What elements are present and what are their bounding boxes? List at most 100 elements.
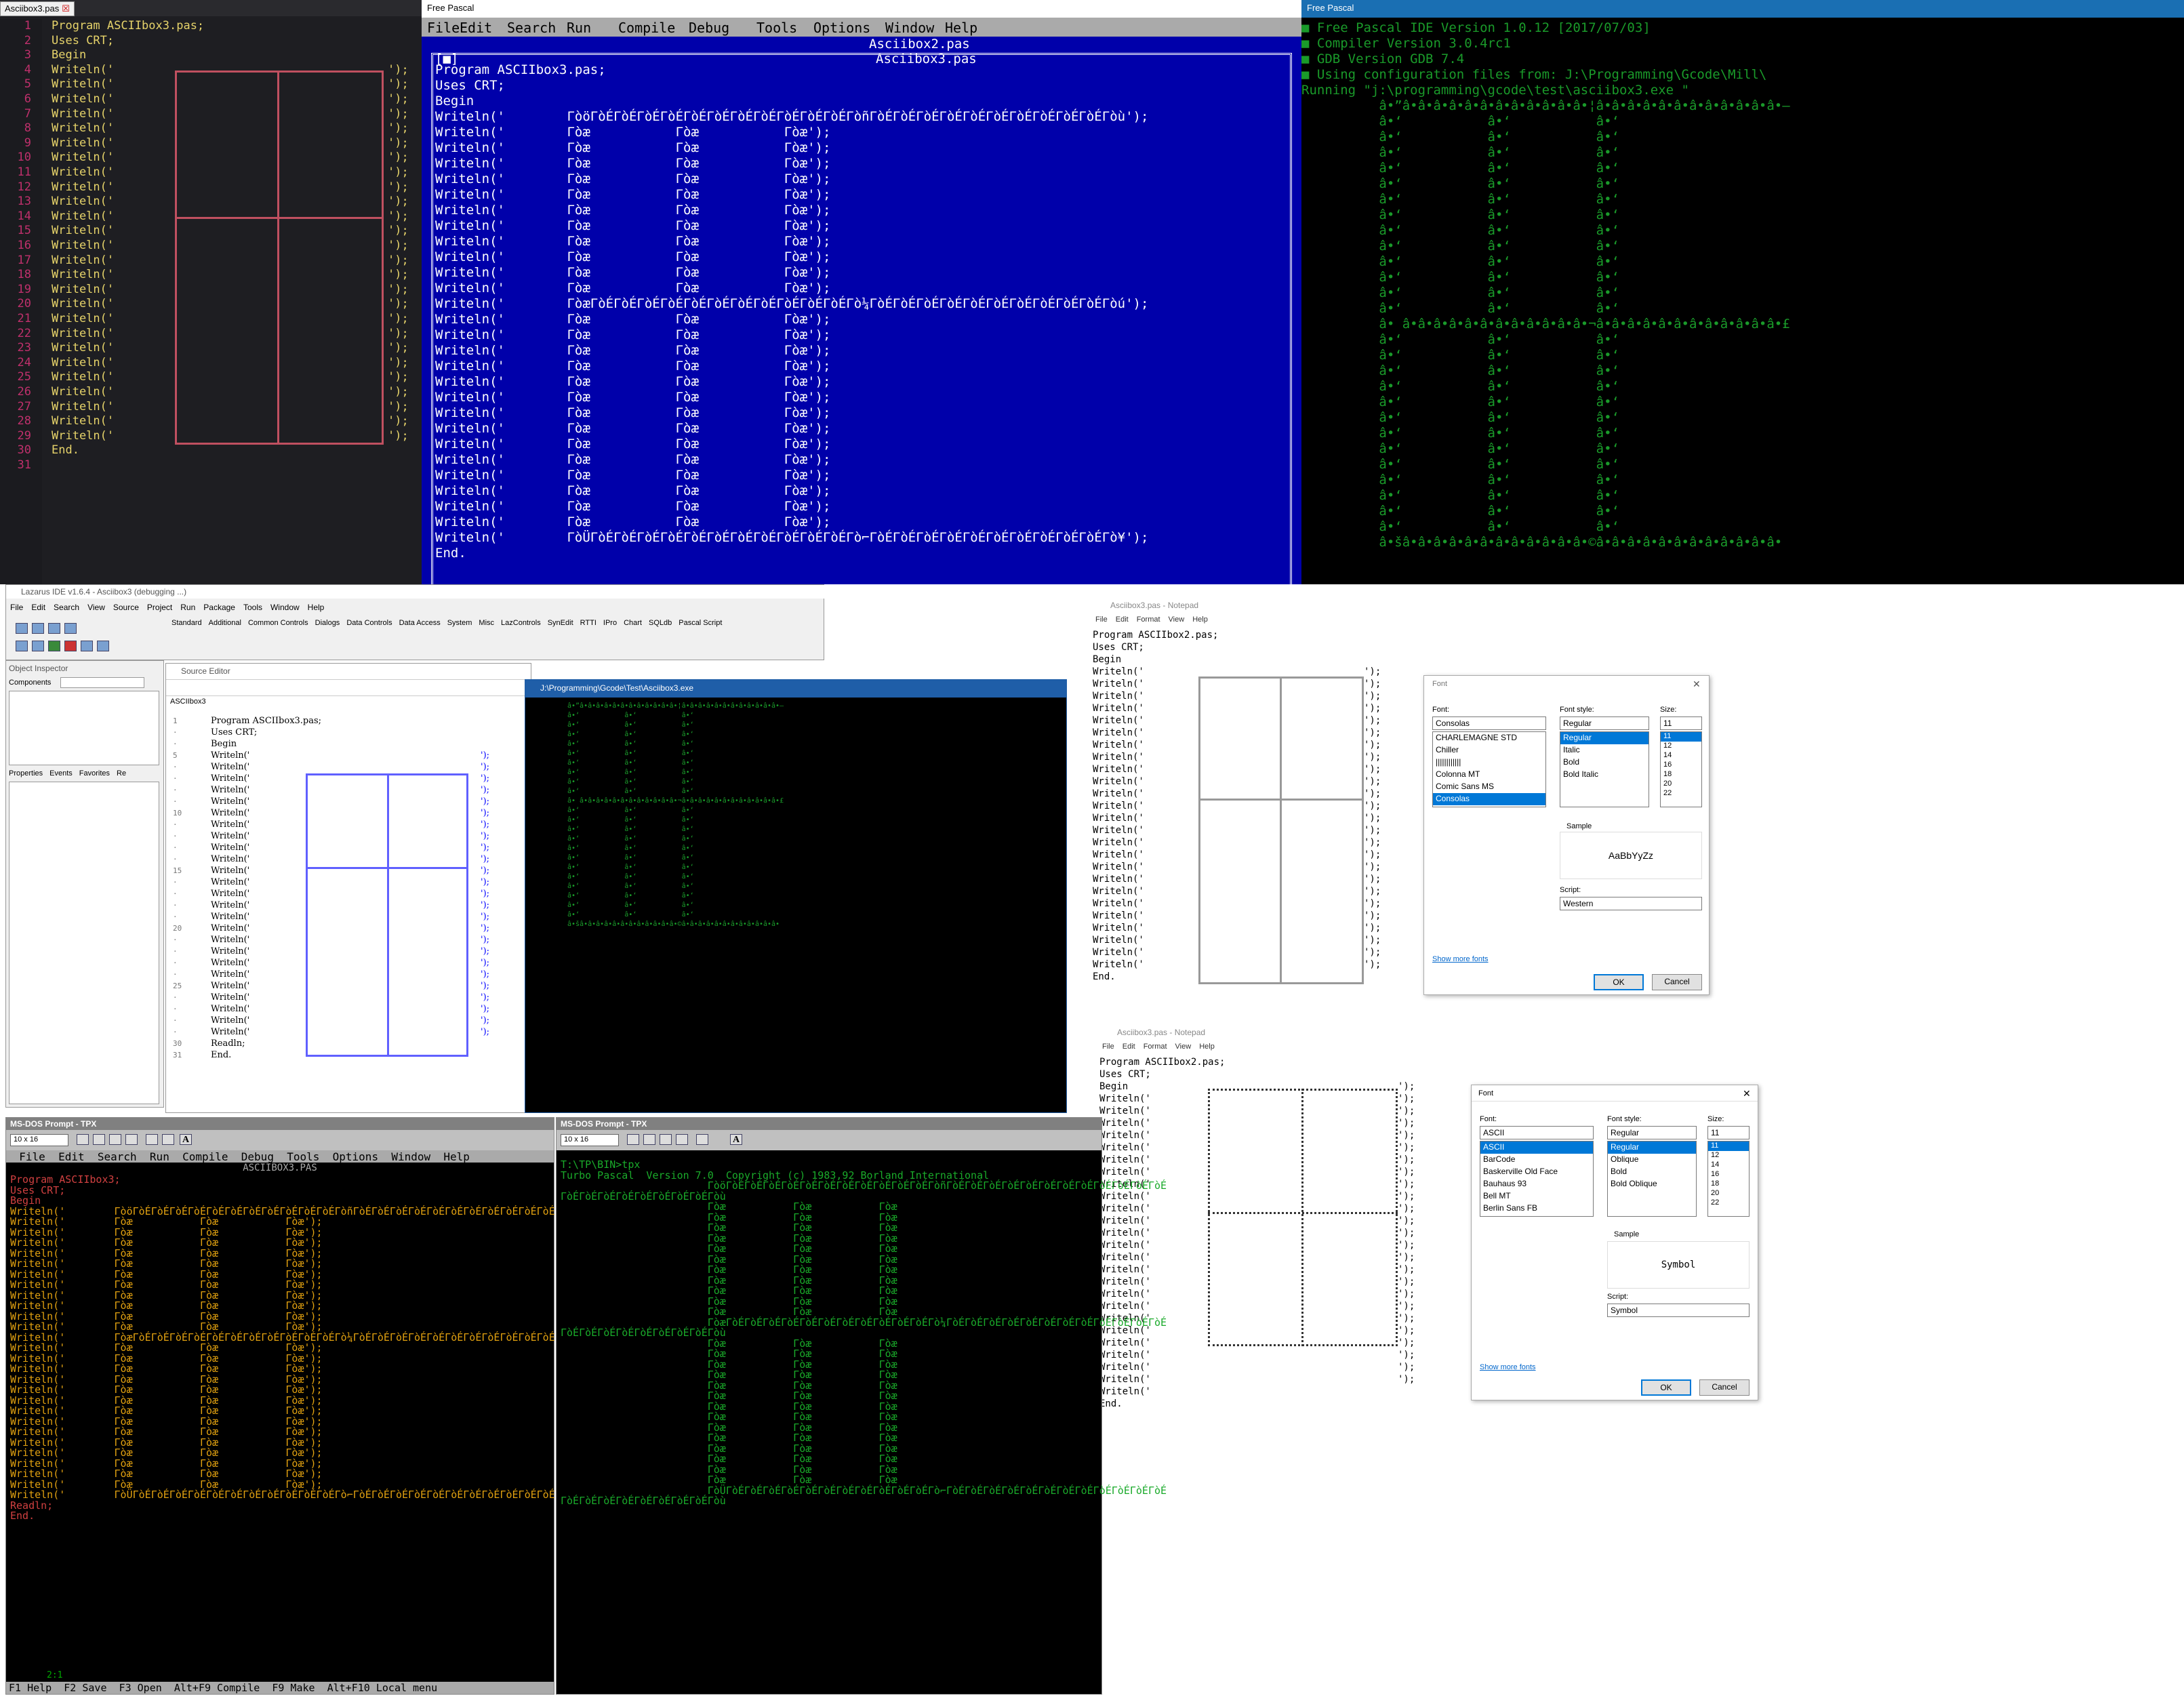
palette-tab[interactable]: RTTI	[580, 619, 596, 627]
style-option[interactable]: Regular	[1608, 1142, 1696, 1154]
style-input[interactable]: Regular	[1607, 1126, 1697, 1139]
palette-tab[interactable]: IPro	[603, 619, 617, 627]
style-option[interactable]: Regular	[1560, 732, 1649, 744]
show-more-fonts-link[interactable]: Show more fonts	[1432, 955, 1489, 963]
palette-tab[interactable]: Standard	[171, 619, 202, 627]
stop-icon[interactable]	[64, 641, 77, 651]
font-option[interactable]: ASCII	[1480, 1142, 1593, 1154]
new-file-icon[interactable]	[16, 623, 28, 634]
background-icon[interactable]	[162, 1134, 174, 1145]
save-icon[interactable]	[48, 623, 60, 634]
editor-text-area[interactable]: Program ASCIIbox3; Uses CRT; Begin Writeln(…	[10, 1174, 555, 1522]
menu-item-file[interactable]: File	[10, 603, 23, 612]
palette-tab[interactable]: Dialogs	[315, 619, 340, 627]
menu-item-window[interactable]: Window	[885, 20, 934, 36]
close-icon[interactable]: ✕	[1693, 679, 1701, 690]
script-select[interactable]: Symbol	[1607, 1304, 1750, 1317]
palette-tab[interactable]: Pascal Script	[679, 619, 722, 627]
size-option[interactable]: 12	[1661, 742, 1701, 751]
step-over-icon[interactable]	[97, 641, 109, 651]
font-option[interactable]: CHARLEMAGNE STD	[1433, 732, 1545, 744]
mark-icon[interactable]	[627, 1134, 639, 1145]
font-option[interactable]: ||||||||||||	[1433, 756, 1545, 769]
palette-tab[interactable]: Common Controls	[248, 619, 308, 627]
size-option[interactable]: 18	[1708, 1179, 1749, 1189]
palette-tab[interactable]: Additional	[209, 619, 241, 627]
editor-text-area[interactable]: Program ASCIIbox3.pas; Uses CRT; Begin Writ…	[211, 715, 321, 1061]
step-icon[interactable]	[81, 641, 93, 651]
editor-text-area[interactable]: Program ASCIIbox3.pas; Uses CRT; Begin Writ…	[435, 62, 1148, 561]
source-tab[interactable]: ASCIIbox3	[170, 698, 206, 706]
style-list[interactable]: Regular Oblique Bold Bold Oblique	[1607, 1141, 1697, 1217]
menu-item-format[interactable]: Format	[1137, 615, 1160, 624]
save-all-icon[interactable]	[64, 623, 77, 634]
copy-icon[interactable]	[93, 1134, 105, 1145]
ok-button[interactable]: OK	[1641, 1379, 1691, 1396]
view-forms-icon[interactable]	[32, 641, 44, 651]
menu-item-help[interactable]: Help	[945, 20, 977, 36]
menu-item-file[interactable]: File	[1102, 1043, 1114, 1051]
menu-item-options[interactable]: Options	[813, 20, 870, 36]
style-input[interactable]: Regular	[1560, 716, 1649, 730]
properties-icon[interactable]	[696, 1134, 708, 1145]
fullscreen-icon[interactable]	[676, 1134, 688, 1145]
paste-icon[interactable]	[109, 1134, 121, 1145]
menu-item-compile[interactable]: Compile	[618, 20, 675, 36]
font-size-select[interactable]: 10 x 16	[561, 1134, 619, 1146]
menu-item-search[interactable]: Search	[507, 20, 556, 36]
component-tree[interactable]	[9, 691, 159, 765]
close-icon[interactable]: ✕	[1743, 1088, 1751, 1099]
font-option[interactable]: Bauhaus 93	[1480, 1178, 1593, 1190]
menu-item-format[interactable]: Format	[1144, 1043, 1167, 1051]
close-icon[interactable]: ☒	[62, 3, 70, 14]
show-more-fonts-link[interactable]: Show more fonts	[1480, 1363, 1536, 1371]
inspector-tab[interactable]: Re	[117, 769, 126, 778]
size-option[interactable]: 11	[1708, 1142, 1749, 1151]
palette-tab[interactable]: Data Access	[399, 619, 441, 627]
size-option[interactable]: 14	[1708, 1160, 1749, 1170]
font-list[interactable]: ASCII BarCode Baskerville Old Face Bauhaus …	[1480, 1141, 1594, 1217]
font-option[interactable]: Bell MT	[1480, 1190, 1593, 1203]
style-option[interactable]: Italic	[1560, 744, 1649, 756]
menu-item-search[interactable]: Search	[54, 603, 79, 612]
menu-item-view[interactable]: View	[87, 603, 105, 612]
menu-item-edit[interactable]: Edit	[1116, 615, 1129, 624]
palette-tab[interactable]: SynEdit	[548, 619, 573, 627]
menu-item-source[interactable]: Source	[113, 603, 139, 612]
size-option[interactable]: 22	[1661, 789, 1701, 799]
font-option[interactable]: Berlin Sans FB	[1480, 1203, 1593, 1215]
menu-item-project[interactable]: Project	[147, 603, 172, 612]
size-option[interactable]: 14	[1661, 751, 1701, 761]
ok-button[interactable]: OK	[1594, 974, 1644, 990]
menu-item-edit[interactable]: Edit	[1123, 1043, 1135, 1051]
font-option[interactable]: Chiller	[1433, 744, 1545, 756]
menu-item-tools[interactable]: Tools	[243, 603, 262, 612]
menu-item-edit[interactable]: Edit	[31, 603, 45, 612]
inspector-tab[interactable]: Events	[49, 769, 73, 778]
size-option[interactable]: 12	[1708, 1151, 1749, 1160]
palette-tab[interactable]: Data Controls	[346, 619, 392, 627]
style-option[interactable]: Bold Oblique	[1608, 1178, 1696, 1190]
menu-item-window[interactable]: Window	[270, 603, 300, 612]
font-list[interactable]: CHARLEMAGNE STD Chiller |||||||||||| Colonn…	[1432, 731, 1546, 807]
menu-item-run[interactable]: Run	[567, 20, 591, 36]
mark-icon[interactable]	[77, 1134, 89, 1145]
size-option[interactable]: 22	[1708, 1198, 1749, 1208]
palette-tab[interactable]: SQLdb	[649, 619, 672, 627]
font-option[interactable]: Baskerville Old Face	[1480, 1166, 1593, 1178]
menu-item-edit[interactable]: Edit	[460, 20, 492, 36]
font-option[interactable]: Comic Sans MS	[1433, 781, 1545, 793]
style-option[interactable]: Bold Italic	[1560, 769, 1649, 781]
inspector-tab[interactable]: Favorites	[79, 769, 110, 778]
menu-item-file[interactable]: File	[427, 20, 460, 36]
script-select[interactable]: Western	[1560, 897, 1702, 910]
view-units-icon[interactable]	[16, 641, 28, 651]
size-list[interactable]: 11 12 14 16 18 20 22	[1660, 731, 1702, 807]
font-input[interactable]: Consolas	[1432, 716, 1546, 730]
menu-item-run[interactable]: Run	[180, 603, 195, 612]
run-icon[interactable]	[48, 641, 60, 651]
menu-item-view[interactable]: View	[1175, 1043, 1192, 1051]
style-option[interactable]: Bold	[1608, 1166, 1696, 1178]
font-icon[interactable]: A	[730, 1134, 742, 1145]
editor-tab[interactable]: Asciibox3.pas ☒	[0, 1, 75, 16]
